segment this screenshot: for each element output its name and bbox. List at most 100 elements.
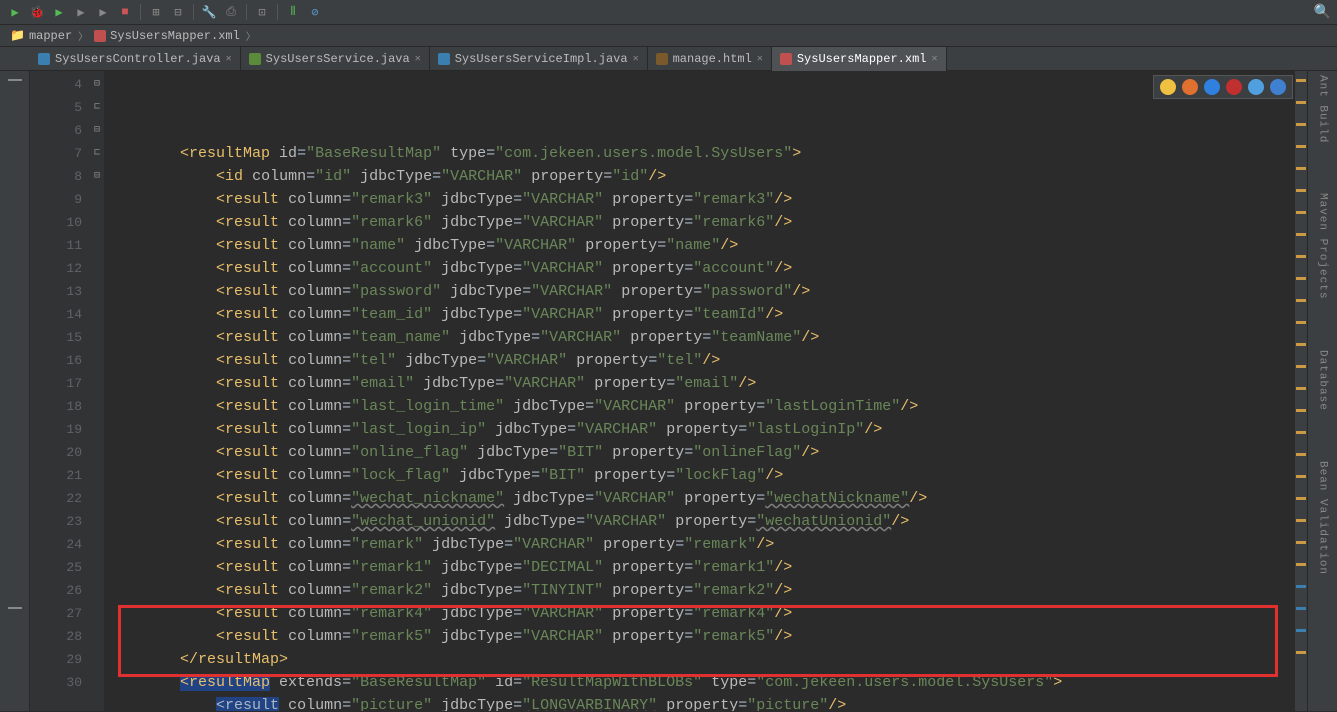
code-line[interactable]: <result column="last_login_time" jdbcTyp… <box>108 395 1295 418</box>
error-marker[interactable] <box>1296 607 1306 610</box>
run3-icon[interactable]: ▶ <box>72 3 90 21</box>
tab-sysusersservice-java[interactable]: SysUsersService.java✕ <box>241 47 430 71</box>
chart-icon[interactable]: ⫴ <box>284 3 302 21</box>
code-line[interactable]: <resultMap extends="BaseResultMap" id="R… <box>108 671 1295 694</box>
code-line[interactable]: <result column="picture" jdbcType="LONGV… <box>108 694 1295 711</box>
fold-strip[interactable]: ⊟⊏⊟⊏⊟ <box>90 71 104 711</box>
error-marker[interactable] <box>1296 343 1306 346</box>
code-line[interactable]: <id column="id" jdbcType="VARCHAR" prope… <box>108 165 1295 188</box>
tool-bean-validation[interactable]: Bean Validation <box>1317 461 1329 575</box>
browser-icon-1[interactable] <box>1182 79 1198 95</box>
browser-icon-0[interactable] <box>1160 79 1176 95</box>
run2-icon[interactable]: ▶ <box>50 3 68 21</box>
close-icon[interactable]: ✕ <box>633 53 639 65</box>
error-marker[interactable] <box>1296 387 1306 390</box>
tool-ant-build[interactable]: Ant Build <box>1317 75 1329 143</box>
code-line[interactable]: <result column="remark3" jdbcType="VARCH… <box>108 188 1295 211</box>
code-line[interactable]: <result column="remark1" jdbcType="DECIM… <box>108 556 1295 579</box>
error-marker[interactable] <box>1296 541 1306 544</box>
wrench-icon[interactable]: 🔧 <box>200 3 218 21</box>
tool-maven-projects[interactable]: Maven Projects <box>1317 193 1329 299</box>
debug-icon[interactable]: 🐞 <box>28 3 46 21</box>
fold-marker[interactable]: ⊟ <box>90 165 104 188</box>
breadcrumb-folder[interactable]: 📁 mapper <box>6 28 76 43</box>
error-marker[interactable] <box>1296 79 1306 82</box>
file-icon <box>656 53 668 65</box>
tab-manage-html[interactable]: manage.html✕ <box>648 47 772 71</box>
error-marker[interactable] <box>1296 233 1306 236</box>
error-marker[interactable] <box>1296 475 1306 478</box>
error-marker[interactable] <box>1296 123 1306 126</box>
code-line[interactable]: <result column="lock_flag" jdbcType="BIT… <box>108 464 1295 487</box>
tab-sysuserscontroller-java[interactable]: SysUsersController.java✕ <box>30 47 241 71</box>
error-marker[interactable] <box>1296 255 1306 258</box>
code-line[interactable]: </resultMap> <box>108 648 1295 671</box>
code-line[interactable]: <result column="team_name" jdbcType="VAR… <box>108 326 1295 349</box>
tool4-icon[interactable]: ⊡ <box>253 3 271 21</box>
close-icon[interactable]: ✕ <box>757 53 763 65</box>
code-line[interactable]: <result column="tel" jdbcType="VARCHAR" … <box>108 349 1295 372</box>
error-marker[interactable] <box>1296 189 1306 192</box>
error-strip[interactable] <box>1295 71 1307 711</box>
tool3-icon[interactable]: ⎙ <box>222 3 240 21</box>
tool2-icon[interactable]: ⊟ <box>169 3 187 21</box>
code-line[interactable]: <result column="team_id" jdbcType="VARCH… <box>108 303 1295 326</box>
code-line[interactable]: <result column="name" jdbcType="VARCHAR"… <box>108 234 1295 257</box>
code-line[interactable]: <resultMap id="BaseResultMap" type="com.… <box>108 142 1295 165</box>
tab-sysusersserviceimpl-java[interactable]: SysUsersServiceImpl.java✕ <box>430 47 648 71</box>
code-line[interactable]: <result column="wechat_unionid" jdbcType… <box>108 510 1295 533</box>
close-icon[interactable]: ✕ <box>415 53 421 65</box>
error-marker[interactable] <box>1296 497 1306 500</box>
fold-marker[interactable]: ⊏ <box>90 96 104 119</box>
code-line[interactable]: <result column="remark" jdbcType="VARCHA… <box>108 533 1295 556</box>
run-icon[interactable]: ▶ <box>6 3 24 21</box>
disable-icon[interactable]: ⊘ <box>306 3 324 21</box>
left-tool-strip[interactable] <box>0 71 30 711</box>
error-marker[interactable] <box>1296 453 1306 456</box>
error-marker[interactable] <box>1296 409 1306 412</box>
browser-icon-5[interactable] <box>1270 79 1286 95</box>
error-marker[interactable] <box>1296 277 1306 280</box>
error-marker[interactable] <box>1296 431 1306 434</box>
browser-icon-3[interactable] <box>1226 79 1242 95</box>
error-marker[interactable] <box>1296 299 1306 302</box>
tab-sysusersmapper-xml[interactable]: SysUsersMapper.xml✕ <box>772 47 947 71</box>
code-line[interactable]: <result column="remark6" jdbcType="VARCH… <box>108 211 1295 234</box>
code-area[interactable]: <resultMap id="BaseResultMap" type="com.… <box>104 71 1295 711</box>
tool-database[interactable]: Database <box>1317 350 1329 411</box>
code-line[interactable]: <result column="wechat_nickname" jdbcTyp… <box>108 487 1295 510</box>
browser-icon-4[interactable] <box>1248 79 1264 95</box>
tool1-icon[interactable]: ⊞ <box>147 3 165 21</box>
breadcrumb-file[interactable]: SysUsersMapper.xml <box>90 29 244 43</box>
error-marker[interactable] <box>1296 519 1306 522</box>
fold-marker[interactable]: ⊏ <box>90 142 104 165</box>
code-line[interactable]: <result column="remark2" jdbcType="TINYI… <box>108 579 1295 602</box>
search-icon[interactable]: 🔍 <box>1314 4 1331 21</box>
code-line[interactable]: <result column="password" jdbcType="VARC… <box>108 280 1295 303</box>
error-marker[interactable] <box>1296 365 1306 368</box>
code-line[interactable]: <result column="remark5" jdbcType="VARCH… <box>108 625 1295 648</box>
error-marker[interactable] <box>1296 321 1306 324</box>
code-line[interactable]: <result column="last_login_ip" jdbcType=… <box>108 418 1295 441</box>
line-number: 18 <box>30 395 82 418</box>
error-marker[interactable] <box>1296 563 1306 566</box>
code-line[interactable]: <result column="online_flag" jdbcType="B… <box>108 441 1295 464</box>
code-line[interactable]: <result column="remark4" jdbcType="VARCH… <box>108 602 1295 625</box>
run4-icon[interactable]: ▶ <box>94 3 112 21</box>
error-marker[interactable] <box>1296 101 1306 104</box>
fold-marker[interactable]: ⊟ <box>90 119 104 142</box>
error-marker[interactable] <box>1296 211 1306 214</box>
error-marker[interactable] <box>1296 167 1306 170</box>
stop-icon[interactable]: ■ <box>116 3 134 21</box>
browser-icon-2[interactable] <box>1204 79 1220 95</box>
error-marker[interactable] <box>1296 145 1306 148</box>
code-line[interactable]: <result column="email" jdbcType="VARCHAR… <box>108 372 1295 395</box>
close-icon[interactable]: ✕ <box>226 53 232 65</box>
code-line[interactable]: <result column="account" jdbcType="VARCH… <box>108 257 1295 280</box>
error-marker[interactable] <box>1296 585 1306 588</box>
error-marker[interactable] <box>1296 651 1306 654</box>
error-marker[interactable] <box>1296 629 1306 632</box>
line-number: 30 <box>30 671 82 694</box>
close-icon[interactable]: ✕ <box>931 53 937 65</box>
fold-marker[interactable]: ⊟ <box>90 73 104 96</box>
